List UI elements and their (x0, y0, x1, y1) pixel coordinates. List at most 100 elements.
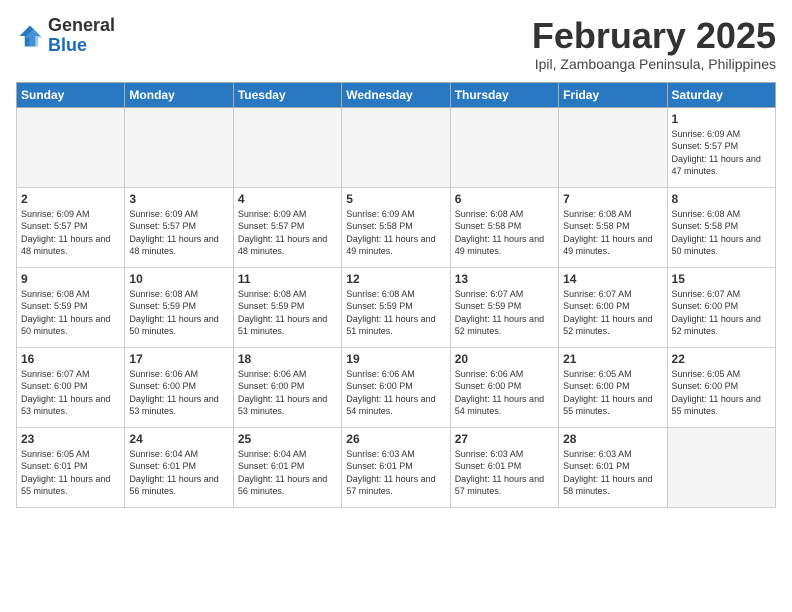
day-info: Sunrise: 6:08 AM Sunset: 5:59 PM Dayligh… (238, 288, 337, 338)
calendar-day: 8 Sunrise: 6:08 AM Sunset: 5:58 PM Daylig… (667, 187, 775, 267)
day-info: Sunrise: 6:06 AM Sunset: 6:00 PM Dayligh… (455, 368, 554, 418)
weekday-header-saturday: Saturday (667, 82, 775, 107)
day-info: Sunrise: 6:07 AM Sunset: 6:00 PM Dayligh… (672, 288, 771, 338)
calendar-day: 15 Sunrise: 6:07 AM Sunset: 6:00 PM Dayli… (667, 267, 775, 347)
calendar-day: 4 Sunrise: 6:09 AM Sunset: 5:57 PM Daylig… (233, 187, 341, 267)
day-number: 22 (672, 352, 771, 366)
calendar-day: 2 Sunrise: 6:09 AM Sunset: 5:57 PM Daylig… (17, 187, 125, 267)
calendar-day (450, 107, 558, 187)
calendar-day: 16 Sunrise: 6:07 AM Sunset: 6:00 PM Dayli… (17, 347, 125, 427)
day-number: 2 (21, 192, 120, 206)
day-number: 21 (563, 352, 662, 366)
calendar-week-3: 9 Sunrise: 6:08 AM Sunset: 5:59 PM Daylig… (17, 267, 776, 347)
calendar-day: 18 Sunrise: 6:06 AM Sunset: 6:00 PM Dayli… (233, 347, 341, 427)
day-number: 27 (455, 432, 554, 446)
calendar-day (17, 107, 125, 187)
weekday-header-monday: Monday (125, 82, 233, 107)
day-info: Sunrise: 6:08 AM Sunset: 5:59 PM Dayligh… (129, 288, 228, 338)
day-number: 14 (563, 272, 662, 286)
day-info: Sunrise: 6:03 AM Sunset: 6:01 PM Dayligh… (563, 448, 662, 498)
day-info: Sunrise: 6:08 AM Sunset: 5:59 PM Dayligh… (346, 288, 445, 338)
day-number: 7 (563, 192, 662, 206)
day-number: 4 (238, 192, 337, 206)
day-number: 26 (346, 432, 445, 446)
day-info: Sunrise: 6:09 AM Sunset: 5:57 PM Dayligh… (129, 208, 228, 258)
logo-text: General Blue (48, 16, 115, 56)
calendar-day (342, 107, 450, 187)
calendar-day: 1 Sunrise: 6:09 AM Sunset: 5:57 PM Daylig… (667, 107, 775, 187)
location-subtitle: Ipil, Zamboanga Peninsula, Philippines (532, 56, 776, 72)
calendar-day: 11 Sunrise: 6:08 AM Sunset: 5:59 PM Dayli… (233, 267, 341, 347)
day-info: Sunrise: 6:06 AM Sunset: 6:00 PM Dayligh… (129, 368, 228, 418)
calendar-day: 24Sunrise: 6:04 AM Sunset: 6:01 PM Dayli… (125, 427, 233, 507)
day-number: 16 (21, 352, 120, 366)
day-number: 18 (238, 352, 337, 366)
calendar-day: 10Sunrise: 6:08 AM Sunset: 5:59 PM Dayli… (125, 267, 233, 347)
calendar-day: 17 Sunrise: 6:06 AM Sunset: 6:00 PM Dayli… (125, 347, 233, 427)
calendar-week-1: 1 Sunrise: 6:09 AM Sunset: 5:57 PM Daylig… (17, 107, 776, 187)
day-number: 13 (455, 272, 554, 286)
day-info: Sunrise: 6:06 AM Sunset: 6:00 PM Dayligh… (238, 368, 337, 418)
day-number: 17 (129, 352, 228, 366)
month-title: February 2025 (532, 16, 776, 56)
calendar-day: 3 Sunrise: 6:09 AM Sunset: 5:57 PM Daylig… (125, 187, 233, 267)
calendar-day: 14 Sunrise: 6:07 AM Sunset: 6:00 PM Dayli… (559, 267, 667, 347)
logo-icon (16, 22, 44, 50)
page-header: General Blue February 2025 Ipil, Zamboan… (16, 16, 776, 72)
weekday-header-tuesday: Tuesday (233, 82, 341, 107)
day-info: Sunrise: 6:08 AM Sunset: 5:59 PM Dayligh… (21, 288, 120, 338)
day-info: Sunrise: 6:08 AM Sunset: 5:58 PM Dayligh… (563, 208, 662, 258)
weekday-header-friday: Friday (559, 82, 667, 107)
calendar-day (125, 107, 233, 187)
day-number: 5 (346, 192, 445, 206)
calendar-day (667, 427, 775, 507)
calendar-day: 13 Sunrise: 6:07 AM Sunset: 5:59 PM Dayli… (450, 267, 558, 347)
day-info: Sunrise: 6:04 AM Sunset: 6:01 PM Dayligh… (238, 448, 337, 498)
day-number: 1 (672, 112, 771, 126)
day-number: 11 (238, 272, 337, 286)
day-info: Sunrise: 6:05 AM Sunset: 6:00 PM Dayligh… (672, 368, 771, 418)
day-number: 3 (129, 192, 228, 206)
day-info: Sunrise: 6:09 AM Sunset: 5:57 PM Dayligh… (238, 208, 337, 258)
day-info: Sunrise: 6:09 AM Sunset: 5:57 PM Dayligh… (21, 208, 120, 258)
calendar-day (233, 107, 341, 187)
calendar-day: 26 Sunrise: 6:03 AM Sunset: 6:01 PM Dayli… (342, 427, 450, 507)
day-info: Sunrise: 6:08 AM Sunset: 5:58 PM Dayligh… (672, 208, 771, 258)
day-info: Sunrise: 6:03 AM Sunset: 6:01 PM Dayligh… (346, 448, 445, 498)
calendar-day: 20 Sunrise: 6:06 AM Sunset: 6:00 PM Dayli… (450, 347, 558, 427)
calendar-day (559, 107, 667, 187)
day-number: 20 (455, 352, 554, 366)
calendar-header: SundayMondayTuesdayWednesdayThursdayFrid… (17, 82, 776, 107)
day-number: 15 (672, 272, 771, 286)
calendar-day: 27 Sunrise: 6:03 AM Sunset: 6:01 PM Dayli… (450, 427, 558, 507)
day-info: Sunrise: 6:09 AM Sunset: 5:57 PM Dayligh… (672, 128, 771, 178)
day-number: 12 (346, 272, 445, 286)
calendar-week-4: 16 Sunrise: 6:07 AM Sunset: 6:00 PM Dayli… (17, 347, 776, 427)
calendar-day: 9 Sunrise: 6:08 AM Sunset: 5:59 PM Daylig… (17, 267, 125, 347)
calendar-table: SundayMondayTuesdayWednesdayThursdayFrid… (16, 82, 776, 508)
logo: General Blue (16, 16, 115, 56)
day-info: Sunrise: 6:04 AM Sunset: 6:01 PM Dayligh… (129, 448, 228, 498)
day-number: 8 (672, 192, 771, 206)
day-number: 23 (21, 432, 120, 446)
calendar-day: 21 Sunrise: 6:05 AM Sunset: 6:00 PM Dayli… (559, 347, 667, 427)
day-info: Sunrise: 6:06 AM Sunset: 6:00 PM Dayligh… (346, 368, 445, 418)
calendar-day: 7 Sunrise: 6:08 AM Sunset: 5:58 PM Daylig… (559, 187, 667, 267)
title-block: February 2025 Ipil, Zamboanga Peninsula,… (532, 16, 776, 72)
calendar-week-2: 2 Sunrise: 6:09 AM Sunset: 5:57 PM Daylig… (17, 187, 776, 267)
calendar-day: 19 Sunrise: 6:06 AM Sunset: 6:00 PM Dayli… (342, 347, 450, 427)
day-number: 9 (21, 272, 120, 286)
day-info: Sunrise: 6:07 AM Sunset: 6:00 PM Dayligh… (21, 368, 120, 418)
day-number: 28 (563, 432, 662, 446)
calendar-day: 28 Sunrise: 6:03 AM Sunset: 6:01 PM Dayli… (559, 427, 667, 507)
day-number: 19 (346, 352, 445, 366)
day-info: Sunrise: 6:03 AM Sunset: 6:01 PM Dayligh… (455, 448, 554, 498)
calendar-day: 22 Sunrise: 6:05 AM Sunset: 6:00 PM Dayli… (667, 347, 775, 427)
calendar-day: 5Sunrise: 6:09 AM Sunset: 5:58 PM Daylig… (342, 187, 450, 267)
day-info: Sunrise: 6:07 AM Sunset: 5:59 PM Dayligh… (455, 288, 554, 338)
day-number: 25 (238, 432, 337, 446)
day-info: Sunrise: 6:05 AM Sunset: 6:00 PM Dayligh… (563, 368, 662, 418)
calendar-week-5: 23Sunrise: 6:05 AM Sunset: 6:01 PM Dayli… (17, 427, 776, 507)
day-info: Sunrise: 6:07 AM Sunset: 6:00 PM Dayligh… (563, 288, 662, 338)
calendar-day: 23Sunrise: 6:05 AM Sunset: 6:01 PM Dayli… (17, 427, 125, 507)
